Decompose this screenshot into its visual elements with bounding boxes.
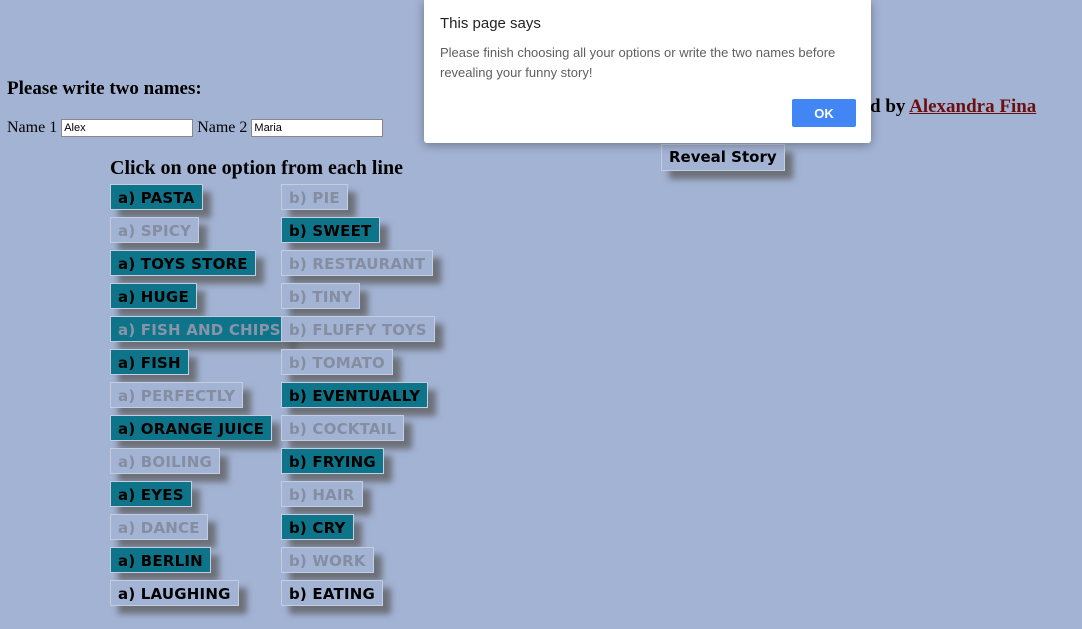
option-a-9[interactable]: a) BOILING (110, 448, 220, 474)
option-b-12[interactable]: b) WORK (281, 547, 374, 573)
dialog-message: Please finish choosing all your options … (440, 45, 836, 80)
name2-label: Name 2 (197, 119, 248, 136)
options-heading: Click on one option from each line (110, 157, 403, 179)
option-a-10[interactable]: a) EYES (110, 481, 192, 507)
names-heading: Please write two names: (7, 78, 202, 99)
option-b-7[interactable]: b) EVENTUALLY (281, 382, 429, 408)
option-a-1[interactable]: a) PASTA (110, 184, 203, 210)
dialog-ok-button[interactable]: OK (792, 99, 856, 127)
option-a-3[interactable]: a) TOYS STORE (110, 250, 256, 276)
author-link[interactable]: Alexandra Fina (909, 96, 1036, 117)
option-b-3[interactable]: b) RESTAURANT (281, 250, 434, 276)
option-a-4[interactable]: a) HUGE (110, 283, 197, 309)
option-a-13[interactable]: a) LAUGHING (110, 580, 239, 606)
dialog-title: This page says (440, 15, 541, 32)
option-b-8[interactable]: b) COCKTAIL (281, 415, 405, 441)
alert-dialog: This page says Please finish choosing al… (424, 0, 871, 143)
option-b-1[interactable]: b) PIE (281, 184, 348, 210)
option-b-2[interactable]: b) SWEET (281, 217, 380, 243)
option-b-9[interactable]: b) FRYING (281, 448, 384, 474)
option-a-5[interactable]: a) FISH AND CHIPS (110, 316, 289, 342)
option-a-7[interactable]: a) PERFECTLY (110, 382, 244, 408)
credit-line: ped by Alexandra Fina (851, 96, 1036, 118)
option-b-5[interactable]: b) FLUFFY TOYS (281, 316, 435, 342)
option-b-13[interactable]: b) EATING (281, 580, 383, 606)
name1-input[interactable] (61, 119, 194, 137)
option-b-10[interactable]: b) HAIR (281, 481, 363, 507)
option-b-11[interactable]: b) CRY (281, 514, 354, 540)
option-b-4[interactable]: b) TINY (281, 283, 361, 309)
option-a-11[interactable]: a) DANCE (110, 514, 208, 540)
option-a-12[interactable]: a) BERLIN (110, 547, 211, 573)
name1-label: Name 1 (7, 119, 58, 136)
option-a-2[interactable]: a) SPICY (110, 217, 200, 243)
option-b-6[interactable]: b) TOMATO (281, 349, 393, 375)
option-a-8[interactable]: a) ORANGE JUICE (110, 415, 273, 441)
name2-input[interactable] (251, 119, 384, 137)
option-a-6[interactable]: a) FISH (110, 349, 189, 375)
names-row: Name 1 Name 2 (7, 119, 387, 137)
reveal-story-button[interactable]: Reveal Story (661, 144, 785, 171)
